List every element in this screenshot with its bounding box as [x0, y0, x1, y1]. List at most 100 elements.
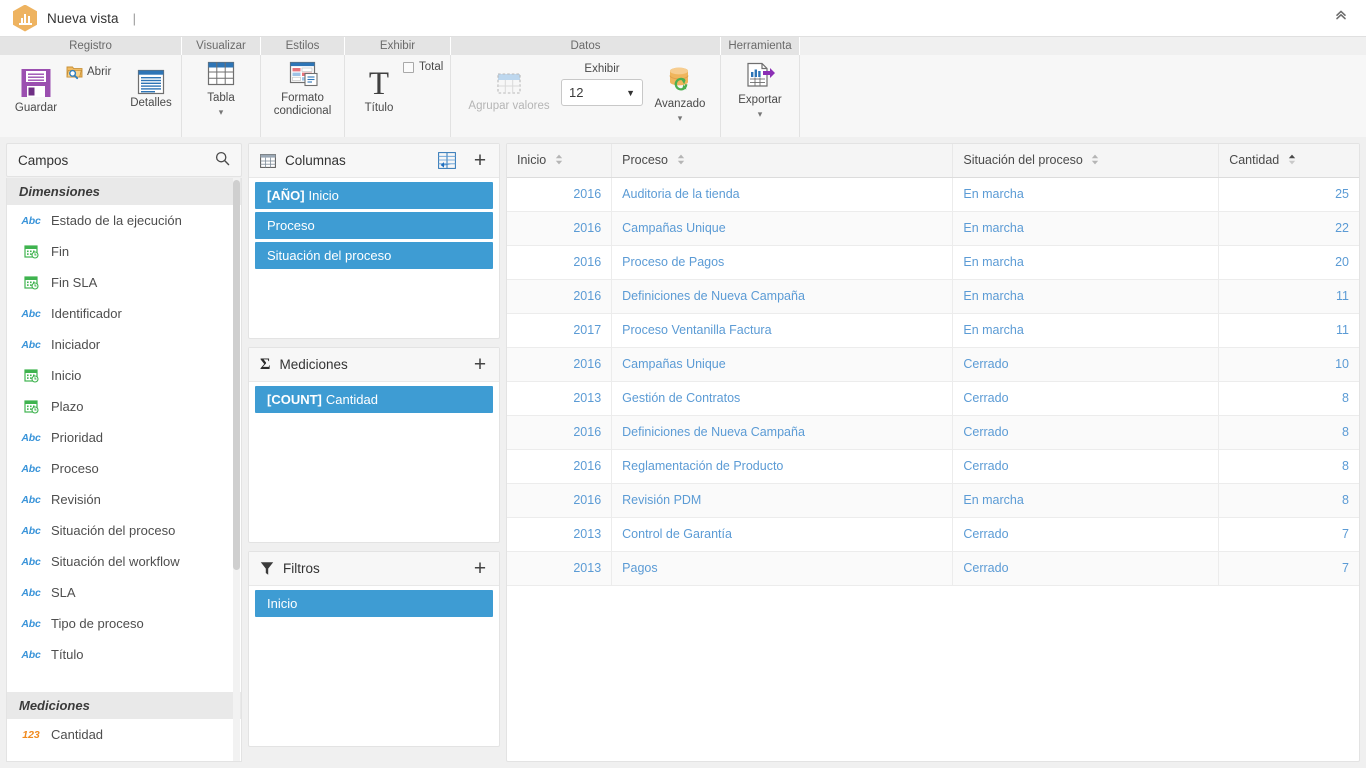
table-row[interactable]: 2016 Revisión PDM En marcha 8 [507, 483, 1359, 517]
table-row[interactable]: 2016 Proceso de Pagos En marcha 20 [507, 245, 1359, 279]
field-label: Fin [51, 244, 69, 259]
field-label: Tipo de proceso [51, 616, 144, 631]
sort-none-icon[interactable] [1091, 154, 1099, 168]
field-item-revision[interactable]: Abc Revisión [7, 484, 241, 515]
column-header-cantidad[interactable]: Cantidad [1219, 144, 1359, 177]
table-row[interactable]: 2016 Campañas Unique En marcha 22 [507, 211, 1359, 245]
table-row[interactable]: 2017 Proceso Ventanilla Factura En march… [507, 313, 1359, 347]
pill-proceso[interactable]: Proceso [255, 212, 493, 239]
double-chevron-up-icon[interactable] [1330, 4, 1352, 26]
field-item-sla[interactable]: Abc SLA [7, 577, 241, 608]
total-checkbox[interactable] [403, 62, 414, 73]
pill-ano-inicio[interactable]: [AÑO]Inicio [255, 182, 493, 209]
add-column-button[interactable]: + [470, 150, 490, 171]
sort-none-icon[interactable] [555, 154, 563, 168]
field-item-titulo[interactable]: Abc Título [7, 639, 241, 670]
conditional-format-button[interactable]: Formato condicional [261, 55, 344, 118]
add-measure-button[interactable]: + [470, 354, 490, 375]
abc-text-icon: Abc [21, 463, 41, 475]
cell-situacion: En marcha [953, 245, 1219, 279]
title-button[interactable]: T Título [353, 63, 405, 114]
field-label: Revisión [51, 492, 101, 507]
ribbon-tab-registro[interactable]: Registro [0, 37, 182, 55]
field-item-inicio[interactable]: Inicio [7, 360, 241, 391]
advanced-label: Avanzado [655, 98, 706, 110]
field-item-identificador[interactable]: Abc Identificador [7, 298, 241, 329]
chevron-down-icon[interactable]: ▾ [678, 114, 683, 122]
export-label: Exportar [738, 94, 781, 106]
column-header-inicio[interactable]: Inicio [507, 144, 612, 177]
fields-panel-title: Campos [18, 153, 215, 168]
ribbon-group-datos: Agrupar valores Exhibir 12 ▼ [451, 55, 721, 137]
table-row[interactable]: 2016 Definiciones de Nueva Campaña En ma… [507, 279, 1359, 313]
export-button[interactable]: Exportar ▾ [721, 55, 799, 118]
field-item-tipo-de-proceso[interactable]: Abc Tipo de proceso [7, 608, 241, 639]
pill-prefix: [COUNT] [267, 392, 322, 407]
table-grid-icon [204, 60, 238, 90]
ribbon-group-visualizar: Tabla ▾ [182, 55, 261, 137]
cell-inicio: 2013 [507, 551, 612, 585]
ribbon-tab-exhibir[interactable]: Exhibir [345, 37, 451, 55]
advanced-button[interactable]: Avanzado ▾ [647, 61, 713, 122]
ribbon-tab-datos[interactable]: Datos [451, 37, 721, 55]
column-header-label: Proceso [622, 153, 668, 167]
table-row[interactable]: 2016 Campañas Unique Cerrado 10 [507, 347, 1359, 381]
ribbon-tab-visualizar[interactable]: Visualizar [182, 37, 261, 55]
save-button[interactable]: Guardar [8, 61, 64, 114]
ribbon-tab-herramienta[interactable]: Herramienta [721, 37, 800, 55]
fields-list[interactable]: Dimensiones Abc Estado de la ejecución F… [6, 178, 242, 762]
cell-situacion: Cerrado [953, 381, 1219, 415]
cell-proceso: Revisión PDM [612, 483, 953, 517]
field-item-estado-de-la-ejecucion[interactable]: Abc Estado de la ejecución [7, 205, 241, 236]
search-icon[interactable] [215, 151, 230, 169]
field-label: Fin SLA [51, 275, 97, 290]
shelf-filtros-title: Filtros [283, 561, 462, 576]
field-item-cantidad[interactable]: 123 Cantidad [7, 719, 241, 750]
column-header-situacion-del-proceso[interactable]: Situación del proceso [953, 144, 1219, 177]
shelf-filtros: Filtros + Inicio [248, 551, 500, 747]
field-item-plazo[interactable]: Plazo [7, 391, 241, 422]
field-label: Cantidad [51, 727, 103, 742]
swap-axes-icon[interactable] [438, 152, 456, 169]
table-row[interactable]: 2013 Control de Garantía Cerrado 7 [507, 517, 1359, 551]
details-button[interactable]: Detalles [123, 64, 179, 109]
table-row[interactable]: 2016 Auditoria de la tienda En marcha 25 [507, 177, 1359, 211]
table-row[interactable]: 2016 Definiciones de Nueva Campaña Cerra… [507, 415, 1359, 449]
sort-ascending-icon[interactable] [1288, 154, 1296, 168]
shelf-mediciones-body[interactable]: [COUNT]Cantidad [249, 382, 499, 542]
group-values-button[interactable]: Agrupar valores [459, 67, 559, 112]
pill-count-cantidad[interactable]: [COUNT]Cantidad [255, 386, 493, 413]
field-item-fin[interactable]: Fin [7, 236, 241, 267]
field-item-situacion-del-workflow[interactable]: Abc Situación del workflow [7, 546, 241, 577]
pill-situacion-del-proceso[interactable]: Situación del proceso [255, 242, 493, 269]
field-item-situacion-del-proceso[interactable]: Abc Situación del proceso [7, 515, 241, 546]
field-label: Proceso [51, 461, 99, 476]
fields-group-header-dimensiones: Dimensiones [7, 178, 241, 205]
add-filter-button[interactable]: + [470, 558, 490, 579]
ribbon-tab-filler [800, 37, 1366, 55]
details-label: Detalles [130, 97, 172, 109]
ribbon-tab-estilos[interactable]: Estilos [261, 37, 345, 55]
cell-cantidad: 7 [1219, 517, 1359, 551]
pill-filtro-inicio[interactable]: Inicio [255, 590, 493, 617]
open-button[interactable]: Abrir [66, 59, 111, 79]
table-viz-button[interactable]: Tabla ▾ [182, 55, 260, 116]
sort-none-icon[interactable] [677, 154, 685, 168]
field-item-iniciador[interactable]: Abc Iniciador [7, 329, 241, 360]
number-123-icon: 123 [21, 729, 41, 741]
table-row[interactable]: 2013 Pagos Cerrado 7 [507, 551, 1359, 585]
total-checkbox-row[interactable]: Total [403, 61, 443, 73]
column-header-proceso[interactable]: Proceso [612, 144, 953, 177]
field-item-fin-sla[interactable]: Fin SLA [7, 267, 241, 298]
field-item-prioridad[interactable]: Abc Prioridad [7, 422, 241, 453]
chevron-down-icon[interactable]: ▾ [758, 110, 763, 118]
table-row[interactable]: 2013 Gestión de Contratos Cerrado 8 [507, 381, 1359, 415]
fields-scrollbar-thumb[interactable] [233, 180, 240, 570]
table-row[interactable]: 2016 Reglamentación de Producto Cerrado … [507, 449, 1359, 483]
field-item-proceso[interactable]: Abc Proceso [7, 453, 241, 484]
chevron-down-icon[interactable]: ▼ [626, 88, 635, 98]
shelf-filtros-body[interactable]: Inicio [249, 586, 499, 746]
chevron-down-icon[interactable]: ▾ [219, 108, 224, 116]
exhibir-count-select[interactable]: 12 ▼ [561, 79, 643, 106]
shelf-columnas-body[interactable]: [AÑO]Inicio Proceso Situación del proces… [249, 178, 499, 338]
